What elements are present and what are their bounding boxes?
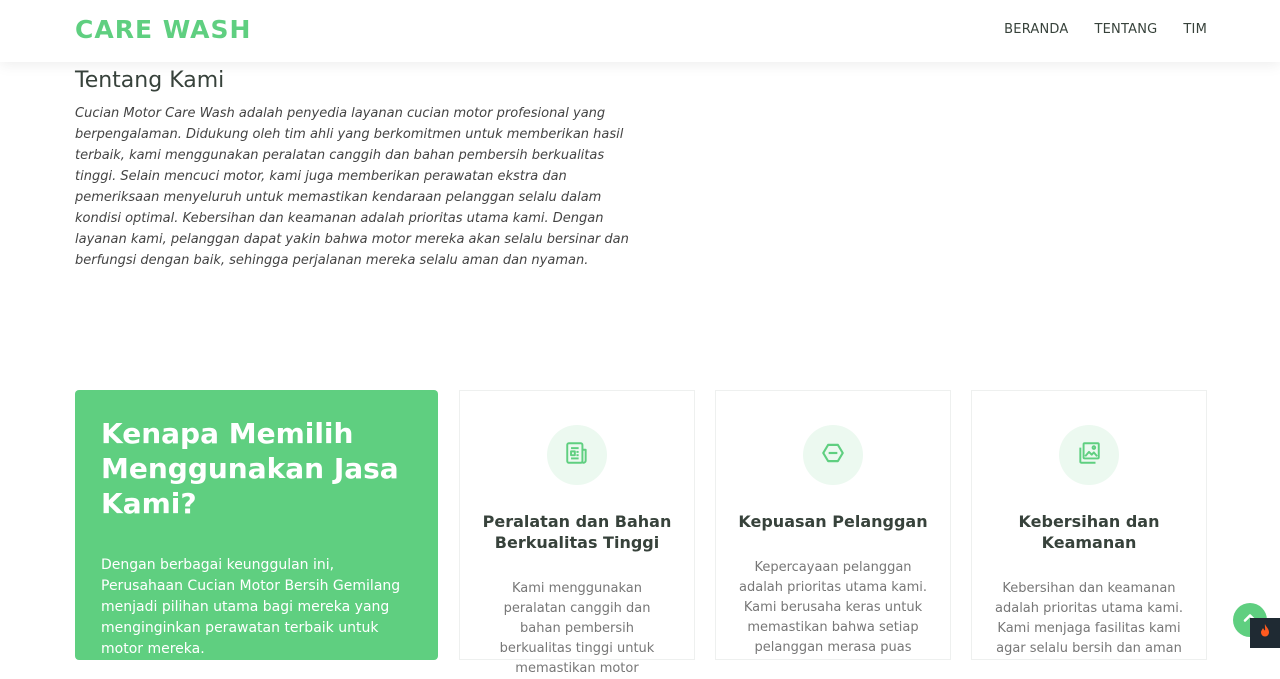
about-title: Tentang Kami bbox=[75, 68, 225, 93]
feature-title: Kebersihan dan Keamanan bbox=[1018, 512, 1160, 552]
feature-icon-wrapper bbox=[803, 425, 863, 485]
flame-icon bbox=[1258, 623, 1272, 643]
feature-text: Kepercayaan pelanggan adalah prioritas u… bbox=[739, 560, 927, 655]
feature-title: Kepuasan Pelanggan bbox=[738, 512, 928, 531]
why-us-box: Kenapa Memilih Menggunakan Jasa Kami? De… bbox=[75, 390, 438, 660]
why-us-text: Dengan berbagai keunggulan ini, Perusaha… bbox=[101, 557, 401, 657]
site-header: CARE WASH BERANDA TENTANG TIM bbox=[0, 0, 1280, 62]
nav-link-tentang[interactable]: TENTANG bbox=[1095, 22, 1158, 37]
feature-card-satisfaction: Kepuasan Pelanggan Kepercayaan pelanggan… bbox=[715, 390, 951, 660]
nav-link-tim[interactable]: TIM bbox=[1183, 22, 1207, 37]
why-us-title: Kenapa Memilih Menggunakan Jasa Kami? bbox=[101, 417, 399, 520]
about-description: Cucian Motor Care Wash adalah penyedia l… bbox=[75, 106, 629, 268]
flame-badge[interactable] bbox=[1250, 618, 1280, 648]
feature-text: Kami menggunakan peralatan canggih dan b… bbox=[499, 581, 655, 676]
nav-link-beranda[interactable]: BERANDA bbox=[1004, 22, 1068, 37]
hexagon-icon bbox=[820, 440, 846, 470]
feature-card-cleanliness: Kebersihan dan Keamanan Kebersihan dan k… bbox=[971, 390, 1207, 660]
feature-icon-wrapper bbox=[1059, 425, 1119, 485]
feature-card-equipment: Peralatan dan Bahan Berkualitas Tinggi K… bbox=[459, 390, 695, 676]
main-nav: BERANDA TENTANG TIM bbox=[1004, 22, 1207, 37]
site-logo[interactable]: CARE WASH bbox=[75, 15, 251, 44]
feature-title: Peralatan dan Bahan Berkualitas Tinggi bbox=[482, 512, 672, 552]
images-icon bbox=[1076, 440, 1102, 470]
feature-icon-wrapper bbox=[547, 425, 607, 485]
feature-text: Kebersihan dan keamanan adalah prioritas… bbox=[995, 581, 1183, 656]
newspaper-icon bbox=[564, 440, 590, 470]
